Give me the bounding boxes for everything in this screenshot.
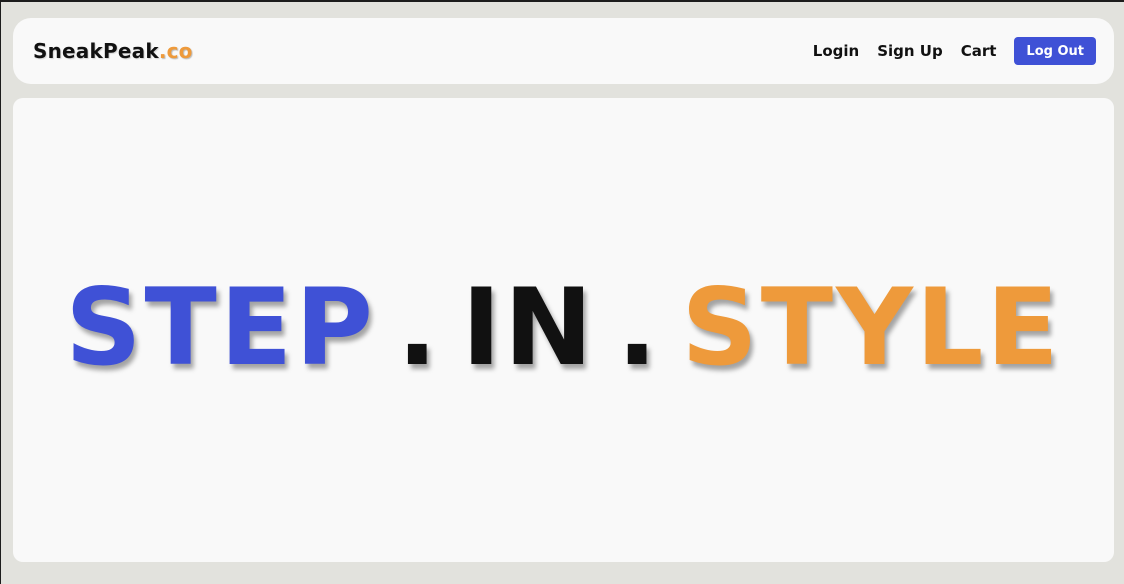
hero-word-in: IN xyxy=(461,266,596,389)
nav-login-link[interactable]: Login xyxy=(813,42,859,60)
navbar: SneakPeak.co Login Sign Up Cart Log Out xyxy=(13,18,1114,84)
nav-links: Login Sign Up Cart Log Out xyxy=(813,37,1096,65)
brand-name: SneakPeak xyxy=(33,39,159,63)
nav-signup-link[interactable]: Sign Up xyxy=(877,42,943,60)
hero-dot-2: . xyxy=(616,266,661,389)
hero-dot-1: . xyxy=(397,266,441,389)
brand-logo[interactable]: SneakPeak.co xyxy=(33,39,193,63)
hero-title: STEP. IN. STYLE xyxy=(65,275,1062,381)
hero-banner: STEP. IN. STYLE xyxy=(13,98,1114,562)
hero-word-style: STYLE xyxy=(681,266,1062,389)
nav-cart-link[interactable]: Cart xyxy=(961,42,997,60)
brand-suffix: .co xyxy=(158,39,193,63)
hero-word-step: STEP xyxy=(65,266,376,389)
logout-button[interactable]: Log Out xyxy=(1014,37,1096,65)
